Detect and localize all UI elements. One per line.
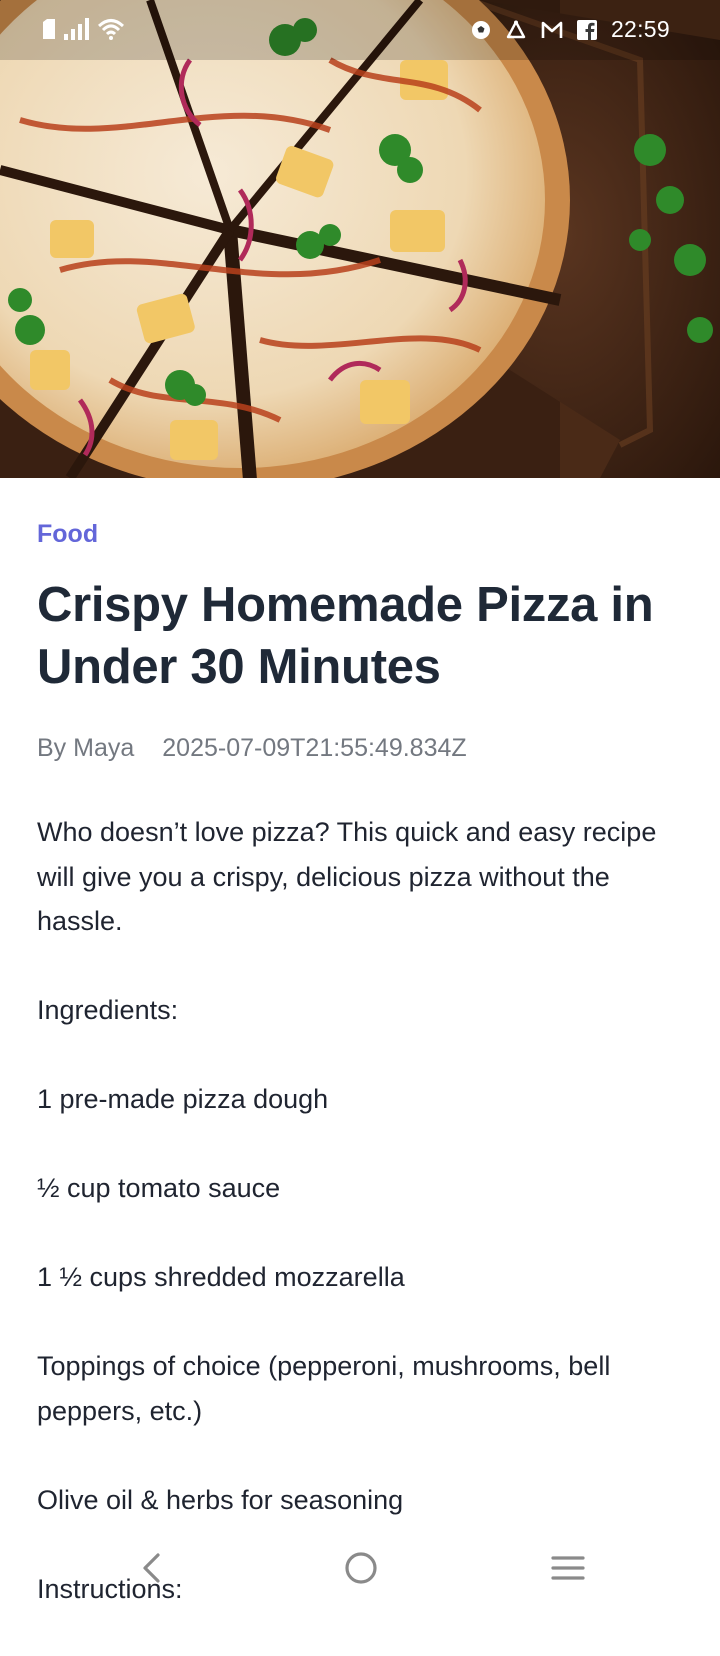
article-title: Crispy Homemade Pizza in Under 30 Minute… <box>37 578 654 694</box>
wifi-icon <box>98 18 124 40</box>
status-time: 22:59 <box>610 16 670 42</box>
navigation-bar <box>0 1528 720 1612</box>
soccer-ball-icon <box>471 20 491 40</box>
ingredient-item: ½ cup tomato sauce <box>37 1173 281 1203</box>
gmail-icon <box>541 21 563 39</box>
status-left <box>42 18 124 40</box>
intro-paragraph: Who doesn’t love pizza? This quick and e… <box>37 817 657 936</box>
status-right: 22:59 <box>471 16 670 43</box>
ingredients-heading: Ingredients: <box>37 995 179 1025</box>
publish-date: 2025-07-09T21:55:49.834Z <box>162 734 467 762</box>
back-icon <box>140 1552 164 1589</box>
facebook-icon <box>576 19 597 40</box>
article-meta: By Maya 2025-07-09T21:55:49.834Z <box>37 734 467 763</box>
recents-button[interactable] <box>538 1548 598 1592</box>
menu-icon <box>551 1554 585 1587</box>
home-button[interactable] <box>331 1548 391 1592</box>
category-link[interactable]: Food <box>37 520 98 549</box>
back-button[interactable] <box>122 1548 182 1592</box>
ingredient-item: Olive oil & herbs for seasoning <box>37 1484 404 1515</box>
ingredient-item: 1 pre-made pizza dough <box>37 1084 329 1114</box>
ingredient-item: Toppings of choice (pepperoni, mushrooms… <box>37 1351 611 1426</box>
sim-icon <box>42 18 56 40</box>
signal-icon <box>64 18 90 40</box>
ingredient-item: 1 ½ cups shredded mozzarella <box>37 1262 405 1292</box>
hero-image <box>0 0 720 478</box>
author-name: By Maya <box>37 734 135 762</box>
alarm-icon <box>505 20 527 40</box>
status-bar: 22:59 <box>0 0 720 62</box>
home-icon <box>344 1551 378 1590</box>
pizza-photo <box>0 0 720 478</box>
